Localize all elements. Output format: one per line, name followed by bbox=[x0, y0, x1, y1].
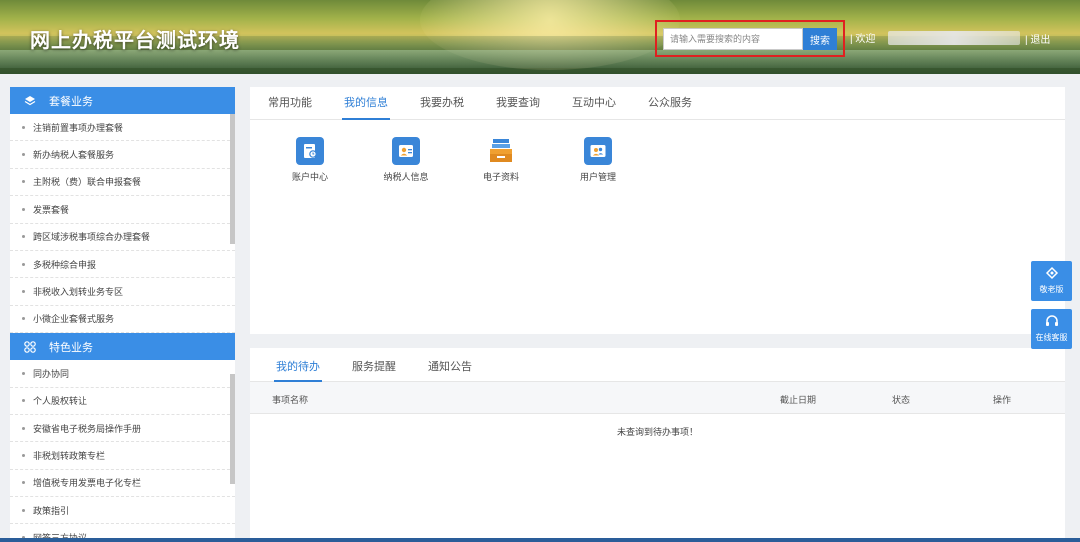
sidebar-item-label: 小微企业套餐式服务 bbox=[33, 314, 115, 325]
column-header-status: 状态 bbox=[892, 395, 911, 405]
bullet-icon bbox=[22, 399, 25, 403]
search-button[interactable]: 搜索 bbox=[803, 28, 837, 50]
tab-handle-tax[interactable]: 我要办税 bbox=[418, 87, 466, 120]
sidebar-section-title: 特色业务 bbox=[49, 341, 93, 354]
elder-mode-label: 敬老版 bbox=[1039, 285, 1064, 294]
sidebar-scrollbar-bottom[interactable] bbox=[230, 374, 235, 484]
header-banner: 网上办税平台测试环境 搜索 | 欢迎 | 退出 bbox=[0, 0, 1080, 74]
sidebar-item-label: 非税收入划转业务专区 bbox=[33, 287, 124, 298]
sidebar: 套餐业务 注销前置事项办理套餐 新办纳税人套餐服务 主附税（费）联合申报套餐 发… bbox=[10, 87, 235, 542]
sidebar-item[interactable]: 发票套餐 bbox=[10, 196, 235, 224]
bullet-icon bbox=[22, 317, 25, 321]
sidebar-item[interactable]: 跨区域涉税事项综合办理套餐 bbox=[10, 224, 235, 251]
sidebar-item-label: 同办协同 bbox=[33, 368, 70, 379]
column-header-deadline: 截止日期 bbox=[780, 395, 817, 405]
app-taxpayer-info[interactable]: 纳税人信息 bbox=[376, 137, 436, 183]
sidebar-scrollbar-top[interactable] bbox=[230, 114, 235, 244]
sidebar-item-label: 安徽省电子税务局操作手册 bbox=[33, 423, 142, 434]
online-service-label: 在线客服 bbox=[1035, 333, 1068, 342]
main-function-panel: 常用功能 我的信息 我要办税 我要查询 互动中心 公众服务 账户中心 纳税人信息… bbox=[250, 87, 1065, 334]
sidebar-item[interactable]: 多税种综合申报 bbox=[10, 251, 235, 279]
tab-my-todo[interactable]: 我的待办 bbox=[274, 348, 322, 382]
sidebar-item[interactable]: 安徽省电子税务局操作手册 bbox=[10, 415, 235, 443]
tab-common-functions[interactable]: 常用功能 bbox=[266, 87, 314, 120]
sidebar-item-label: 增值税专用发票电子化专栏 bbox=[33, 478, 142, 489]
tab-query[interactable]: 我要查询 bbox=[494, 87, 542, 120]
todo-empty-message: 未查询到待办事项！ bbox=[616, 427, 698, 437]
sidebar-item-label: 主附税（费）联合申报套餐 bbox=[33, 177, 142, 188]
app-e-documents[interactable]: 电子资料 bbox=[471, 137, 531, 183]
app-label: 纳税人信息 bbox=[383, 172, 429, 182]
sidebar-item-label: 注销前置事项办理套餐 bbox=[33, 122, 124, 133]
sidebar-item[interactable]: 非税划转政策专栏 bbox=[10, 442, 235, 470]
sidebar-item-label: 非税划转政策专栏 bbox=[33, 450, 106, 461]
app-label: 电子资料 bbox=[482, 172, 519, 182]
e-documents-icon bbox=[487, 137, 515, 165]
tab-notice[interactable]: 通知公告 bbox=[426, 348, 474, 382]
sidebar-item[interactable]: 注销前置事项办理套餐 bbox=[10, 114, 235, 142]
app-label: 账户中心 bbox=[291, 172, 328, 182]
sidebar-item-label: 发票套餐 bbox=[33, 204, 70, 215]
bullet-icon bbox=[22, 262, 25, 266]
search-input[interactable] bbox=[663, 28, 803, 50]
sidebar-item[interactable]: 小微企业套餐式服务 bbox=[10, 306, 235, 334]
bullet-icon bbox=[22, 453, 25, 457]
bullet-icon bbox=[22, 180, 25, 184]
bullet-icon bbox=[22, 207, 25, 211]
sidebar-section-package[interactable]: 套餐业务 bbox=[10, 87, 235, 114]
elder-mode-icon bbox=[1031, 261, 1072, 281]
column-header-name: 事项名称 bbox=[272, 395, 309, 405]
bullet-icon bbox=[22, 125, 25, 129]
sidebar-item[interactable]: 政策指引 bbox=[10, 497, 235, 525]
user-management-icon bbox=[584, 137, 612, 165]
sidebar-item[interactable]: 同办协同 bbox=[10, 360, 235, 388]
bullet-icon bbox=[22, 153, 25, 157]
sidebar-section-title: 套餐业务 bbox=[49, 95, 93, 108]
app-account-center[interactable]: 账户中心 bbox=[280, 137, 340, 183]
tab-interaction-center[interactable]: 互动中心 bbox=[570, 87, 618, 120]
sidebar-item[interactable]: 主附税（费）联合申报套餐 bbox=[10, 169, 235, 197]
search-box-highlight: 搜索 bbox=[655, 20, 845, 57]
bullet-icon bbox=[22, 426, 25, 430]
account-center-icon bbox=[296, 137, 324, 165]
taxpayer-info-icon bbox=[392, 137, 420, 165]
bullet-icon bbox=[22, 508, 25, 512]
todo-table-header: 事项名称 截止日期 状态 操作 bbox=[250, 382, 1065, 414]
sidebar-item-label: 多税种综合申报 bbox=[33, 259, 97, 270]
app-label: 用户管理 bbox=[579, 172, 616, 182]
app-user-management[interactable]: 用户管理 bbox=[568, 137, 628, 183]
grid-icon bbox=[24, 340, 36, 353]
bullet-icon bbox=[22, 481, 25, 485]
todo-panel: 我的待办 服务提醒 通知公告 事项名称 截止日期 状态 操作 未查询到待办事项！ bbox=[250, 348, 1065, 542]
tab-public-services[interactable]: 公众服务 bbox=[646, 87, 694, 120]
headset-icon bbox=[1031, 309, 1072, 329]
sidebar-item[interactable]: 增值税专用发票电子化专栏 bbox=[10, 470, 235, 498]
sidebar-item-label: 跨区域涉税事项综合办理套餐 bbox=[33, 232, 151, 243]
tab-my-info[interactable]: 我的信息 bbox=[342, 87, 390, 120]
tab-service-reminder[interactable]: 服务提醒 bbox=[350, 348, 398, 382]
elder-mode-button[interactable]: 敬老版 bbox=[1031, 261, 1072, 301]
column-header-action: 操作 bbox=[993, 395, 1012, 405]
sidebar-item-label: 新办纳税人套餐服务 bbox=[33, 150, 115, 161]
bullet-icon bbox=[22, 290, 25, 294]
layers-icon bbox=[24, 95, 36, 107]
user-name-redacted bbox=[888, 31, 1020, 45]
sidebar-section-featured[interactable]: 特色业务 bbox=[10, 333, 235, 361]
sidebar-item-label: 个人股权转让 bbox=[33, 396, 88, 407]
sidebar-item-label: 政策指引 bbox=[33, 505, 70, 516]
online-service-button[interactable]: 在线客服 bbox=[1031, 309, 1072, 349]
logout-link[interactable]: | 退出 bbox=[1025, 31, 1050, 46]
bottom-border bbox=[0, 538, 1080, 542]
function-tabs: 常用功能 我的信息 我要办税 我要查询 互动中心 公众服务 bbox=[250, 87, 1065, 120]
bullet-icon bbox=[22, 235, 25, 239]
sidebar-item[interactable]: 新办纳税人套餐服务 bbox=[10, 141, 235, 169]
welcome-label: | 欢迎 bbox=[850, 34, 876, 45]
sidebar-item[interactable]: 非税收入划转业务专区 bbox=[10, 278, 235, 306]
app-grid: 账户中心 纳税人信息 电子资料 用户管理 bbox=[250, 120, 1065, 220]
todo-tabs: 我的待办 服务提醒 通知公告 bbox=[250, 348, 1065, 382]
bullet-icon bbox=[22, 371, 25, 375]
site-title: 网上办税平台测试环境 bbox=[30, 30, 240, 52]
sidebar-item[interactable]: 个人股权转让 bbox=[10, 388, 235, 415]
